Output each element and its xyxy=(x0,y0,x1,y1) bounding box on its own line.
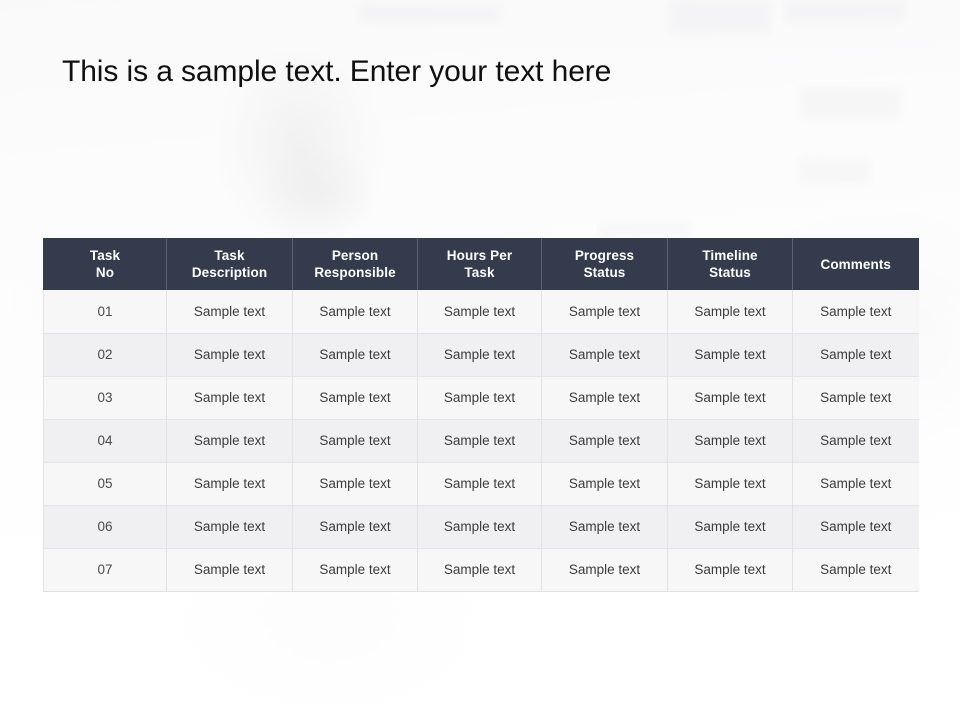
cell-task-no: 03 xyxy=(43,376,167,420)
column-header-line1: Comments xyxy=(820,256,892,272)
cell-timeline-status: Sample text xyxy=(667,505,793,549)
cell-person-responsible: Sample text xyxy=(292,419,418,463)
cell-progress-status: Sample text xyxy=(541,505,668,549)
cell-person-responsible: Sample text xyxy=(292,462,418,506)
cell-task-no: 05 xyxy=(43,462,167,506)
cell-task-description: Sample text xyxy=(166,548,293,592)
cell-task-description: Sample text xyxy=(166,376,293,420)
table-row: 06 Sample text Sample text Sample text Sampl… xyxy=(43,505,919,549)
column-header-line2: Status xyxy=(583,265,626,280)
cell-hours-per-task: Sample text xyxy=(417,548,542,592)
cell-timeline-status: Sample text xyxy=(667,419,793,463)
cell-progress-status: Sample text xyxy=(541,419,668,463)
cell-timeline-status: Sample text xyxy=(667,376,793,420)
column-header-line1: Task xyxy=(89,248,121,263)
slide-canvas: This is a sample text. Enter your text h… xyxy=(0,0,960,720)
cell-task-description: Sample text xyxy=(166,419,293,463)
table-header-row: Task No Task Description Person Responsi… xyxy=(43,238,919,290)
column-header-hours-per-task: Hours Per Task xyxy=(417,238,542,290)
cell-person-responsible: Sample text xyxy=(292,548,418,592)
cell-hours-per-task: Sample text xyxy=(417,376,542,420)
cell-comments: Sample text xyxy=(792,462,919,506)
cell-task-description: Sample text xyxy=(166,333,293,377)
column-header-line1: Hours Per xyxy=(446,248,513,263)
table-body: 01 Sample text Sample text Sample text Sampl… xyxy=(43,290,919,592)
table-row: 03 Sample text Sample text Sample text Sampl… xyxy=(43,376,919,420)
column-header-line2: Status xyxy=(709,265,751,280)
cell-hours-per-task: Sample text xyxy=(417,290,542,334)
cell-progress-status: Sample text xyxy=(541,376,668,420)
cell-task-description: Sample text xyxy=(166,290,293,334)
cell-timeline-status: Sample text xyxy=(667,548,793,592)
column-header-progress-status: Progress Status xyxy=(541,238,668,290)
column-header-line2: Responsible xyxy=(314,265,396,280)
cell-comments: Sample text xyxy=(792,290,919,334)
column-header-line2: No xyxy=(95,265,115,280)
column-header-line1: Progress xyxy=(574,248,635,263)
cell-comments: Sample text xyxy=(792,376,919,420)
cell-person-responsible: Sample text xyxy=(292,333,418,377)
cell-hours-per-task: Sample text xyxy=(417,333,542,377)
cell-timeline-status: Sample text xyxy=(667,333,793,377)
cell-comments: Sample text xyxy=(792,333,919,377)
cell-timeline-status: Sample text xyxy=(667,462,793,506)
cell-progress-status: Sample text xyxy=(541,290,668,334)
column-header-line1: Task xyxy=(214,248,245,263)
cell-person-responsible: Sample text xyxy=(292,505,418,549)
cell-hours-per-task: Sample text xyxy=(417,462,542,506)
cell-task-no: 04 xyxy=(43,419,167,463)
column-header-line2: Task xyxy=(464,265,495,280)
cell-task-no: 06 xyxy=(43,505,167,549)
cell-timeline-status: Sample text xyxy=(667,290,793,334)
cell-task-no: 02 xyxy=(43,333,167,377)
column-header-line1: Timeline xyxy=(702,248,758,263)
table-row: 01 Sample text Sample text Sample text Sampl… xyxy=(43,290,919,334)
column-header-task-description: Task Description xyxy=(166,238,293,290)
table-row: 07 Sample text Sample text Sample text Sampl… xyxy=(43,548,919,592)
column-header-line1: Person xyxy=(331,248,379,263)
cell-comments: Sample text xyxy=(792,548,919,592)
table-row: 02 Sample text Sample text Sample text Sampl… xyxy=(43,333,919,377)
column-header-timeline-status: Timeline Status xyxy=(667,238,793,290)
cell-comments: Sample text xyxy=(792,505,919,549)
cell-hours-per-task: Sample text xyxy=(417,505,542,549)
column-header-line2: Description xyxy=(191,265,268,280)
cell-hours-per-task: Sample text xyxy=(417,419,542,463)
table-row: 05 Sample text Sample text Sample text Sampl… xyxy=(43,462,919,506)
cell-progress-status: Sample text xyxy=(541,333,668,377)
cell-task-description: Sample text xyxy=(166,505,293,549)
column-header-person-responsible: Person Responsible xyxy=(292,238,418,290)
page-title: This is a sample text. Enter your text h… xyxy=(62,55,612,88)
cell-task-description: Sample text xyxy=(166,462,293,506)
task-table: Task No Task Description Person Responsi… xyxy=(43,238,919,592)
cell-comments: Sample text xyxy=(792,419,919,463)
cell-person-responsible: Sample text xyxy=(292,290,418,334)
cell-progress-status: Sample text xyxy=(541,548,668,592)
cell-task-no: 07 xyxy=(43,548,167,592)
cell-progress-status: Sample text xyxy=(541,462,668,506)
cell-person-responsible: Sample text xyxy=(292,376,418,420)
cell-task-no: 01 xyxy=(43,290,167,334)
column-header-task-no: Task No xyxy=(43,238,167,290)
table-header: Task No Task Description Person Responsi… xyxy=(43,238,919,290)
column-header-comments: Comments xyxy=(792,238,919,290)
table-row: 04 Sample text Sample text Sample text Sampl… xyxy=(43,419,919,463)
